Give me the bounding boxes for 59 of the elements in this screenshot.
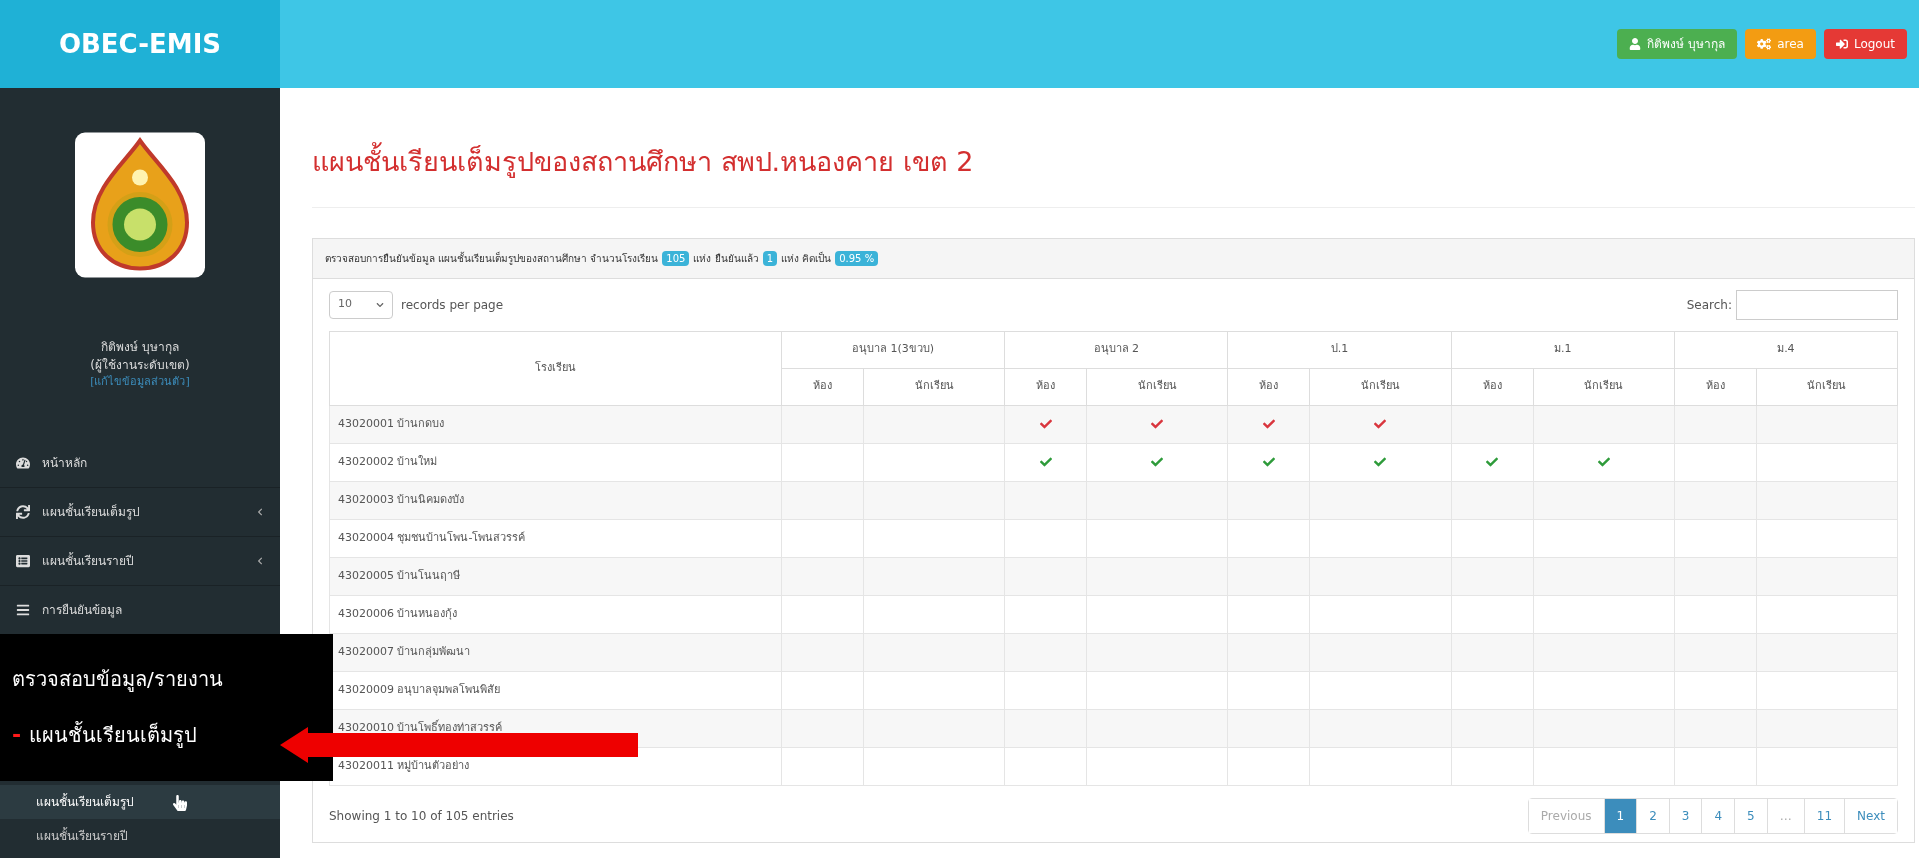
user-icon bbox=[1629, 38, 1642, 50]
column-header: ห้อง bbox=[1451, 368, 1534, 405]
column-group-header: อนุบาล 1(3ขวบ) bbox=[781, 331, 1005, 368]
column-header: นักเรียน bbox=[1756, 368, 1898, 405]
column-header: นักเรียน bbox=[1309, 368, 1452, 405]
column-header: นักเรียน bbox=[863, 368, 1005, 405]
column-group-header: ป.1 bbox=[1227, 331, 1452, 368]
user-role: (ผู้ใช้งานระดับเขต) bbox=[90, 357, 190, 374]
column-group-header: ม.4 bbox=[1674, 331, 1898, 368]
school-cell: 43020001 บ้านกดบง bbox=[329, 405, 782, 443]
user-name: กิติพงษ์ บุษากุล bbox=[101, 339, 179, 356]
summary-text: แห่ง ยืนยันแล้ว bbox=[693, 251, 759, 266]
callout-item: แผนชั้นเรียนเต็มรูป bbox=[29, 720, 198, 750]
table-icon bbox=[16, 553, 30, 568]
column-header: ห้อง bbox=[1004, 368, 1087, 405]
column-header: ห้อง bbox=[1674, 368, 1757, 405]
header-button[interactable]: area bbox=[1745, 29, 1816, 59]
edit-profile-link[interactable]: [แก้ไขข้อมูลส่วนตัว] bbox=[90, 374, 190, 391]
column-header: ห้อง bbox=[781, 368, 864, 405]
summary-text: ตรวจสอบการยืนยันข้อมูล แผนชั้นเรียนเต็มรูปของสถานศึกษา จำนวนโรงเรียน bbox=[325, 250, 659, 266]
caret-icon bbox=[376, 300, 384, 309]
sidebar-subitem[interactable]: แผนชั้นเรียนเต็มรูป bbox=[0, 784, 280, 819]
column-header: นักเรียน bbox=[1086, 368, 1228, 405]
school-cell: 43020005 บ้านโนนฤาษี bbox=[329, 557, 782, 595]
chevron-icon bbox=[256, 507, 264, 516]
sign-in-icon bbox=[1835, 38, 1848, 50]
dashboard-icon bbox=[16, 455, 30, 470]
count-badge: 1 bbox=[762, 250, 777, 266]
bullet-dash: - bbox=[12, 721, 22, 749]
header-button[interactable]: Logout bbox=[1823, 29, 1907, 59]
callout-heading: ตรวจสอบข้อมูล/รายงาน bbox=[12, 666, 224, 694]
pagination-button[interactable]: 1 bbox=[1603, 798, 1637, 833]
count-badge: 105 bbox=[662, 250, 690, 266]
school-cell: 43020004 ชุมชนบ้านโพน-โพนสวรรค์ bbox=[329, 519, 782, 557]
cursor-icon bbox=[172, 794, 188, 811]
header-button[interactable]: กิติพงษ์ บุษากุล bbox=[1617, 29, 1738, 59]
column-header: โรงเรียน bbox=[329, 331, 782, 405]
column-group-header: อนุบาล 2 bbox=[1004, 331, 1228, 368]
page-size-select[interactable]: 10 bbox=[329, 290, 393, 319]
search-label: Search: bbox=[1686, 296, 1732, 314]
count-badge: 0.95 % bbox=[835, 250, 879, 266]
pagination-button[interactable]: Next bbox=[1844, 798, 1897, 833]
chevron-icon bbox=[256, 556, 264, 565]
refresh-icon bbox=[16, 504, 30, 519]
page-size-label: records per page bbox=[401, 296, 504, 314]
column-header: ห้อง bbox=[1227, 368, 1310, 405]
school-cell: 43020006 บ้านหนองกุ้ง bbox=[329, 595, 782, 633]
page-title: แผนชั้นเรียนเต็มรูปของสถานศึกษา สพป.หนองคาย เขต 2 bbox=[312, 142, 1915, 208]
menu-icon bbox=[16, 602, 30, 617]
column-header: นักเรียน bbox=[1533, 368, 1675, 405]
school-cell: 43020003 บ้านนิคมดงบัง bbox=[329, 481, 782, 519]
gears-icon bbox=[1757, 37, 1772, 51]
school-cell: 43020002 บ้านใหม่ bbox=[329, 443, 782, 481]
sidebar-subitem[interactable]: แผนชั้นเรียนรายปี bbox=[0, 818, 280, 853]
column-group-header: ม.1 bbox=[1451, 331, 1675, 368]
search-field[interactable] bbox=[1736, 289, 1898, 320]
entries-info: Showing 1 to 10 of 105 entries bbox=[329, 807, 514, 825]
brand-logo[interactable]: OBEC-EMIS bbox=[0, 0, 280, 88]
summary-text: แห่ง คิดเป็น bbox=[781, 250, 832, 266]
